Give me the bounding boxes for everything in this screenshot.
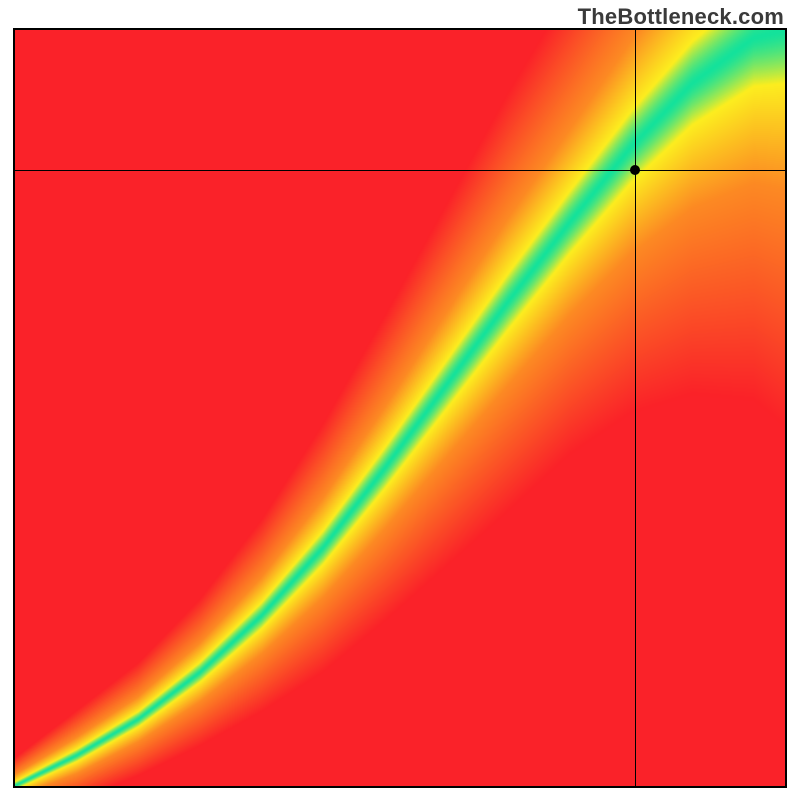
attribution-label: TheBottleneck.com	[578, 4, 784, 30]
chart-container: TheBottleneck.com	[0, 0, 800, 800]
heatmap-canvas	[15, 30, 785, 786]
plot-frame	[13, 28, 787, 788]
